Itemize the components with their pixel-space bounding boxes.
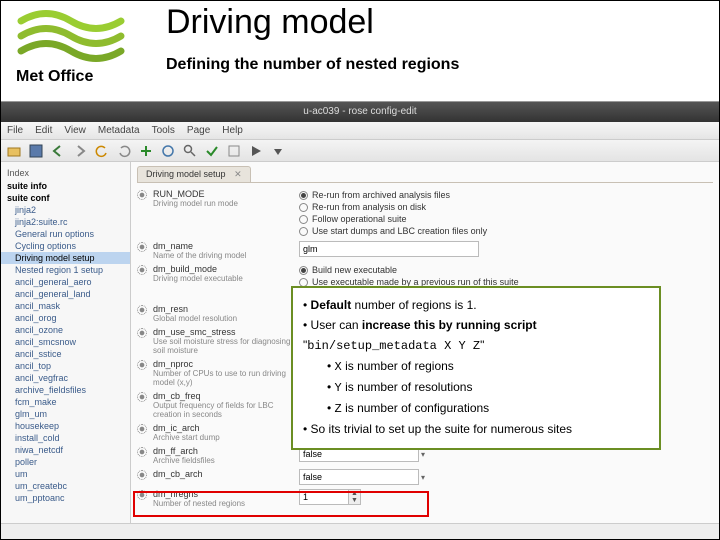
sidebar-header: Index: [1, 166, 130, 180]
sidebar-item-driving-model-setup[interactable]: Driving model setup: [1, 252, 130, 264]
run-icon[interactable]: [249, 144, 263, 158]
menu-tools[interactable]: Tools: [152, 125, 175, 136]
sidebar-item-poller[interactable]: poller: [1, 456, 130, 468]
sidebar-item-install-cold[interactable]: install_cold: [1, 432, 130, 444]
sidebar-item-nested-region-1-setup[interactable]: Nested region 1 setup: [1, 264, 130, 276]
page-title: Driving model: [166, 3, 374, 42]
open-icon[interactable]: [7, 144, 21, 158]
field-dm-smc-label: dm_use_smc_stress: [153, 327, 293, 337]
tab-driving-model-setup[interactable]: Driving model setup ✕: [137, 166, 251, 182]
page-subtitle: Defining the number of nested regions: [166, 56, 459, 74]
field-dm-resn-label: dm_resn: [153, 304, 293, 314]
sidebar-item-um-pptoanc[interactable]: um_pptoanc: [1, 492, 130, 504]
chevron-down-icon[interactable]: ▾: [421, 473, 425, 482]
dm-name-input[interactable]: [299, 241, 479, 257]
sidebar-item-ancil-ozone[interactable]: ancil_ozone: [1, 324, 130, 336]
gear-icon[interactable]: [137, 242, 147, 252]
gear-icon[interactable]: [137, 360, 147, 370]
menu-page[interactable]: Page: [187, 125, 210, 136]
field-dm-nproc-label: dm_nproc: [153, 359, 293, 369]
check-icon[interactable]: [205, 144, 219, 158]
sidebar-item-ancil-orog[interactable]: ancil_orog: [1, 312, 130, 324]
brand-name: Met Office: [16, 68, 136, 86]
gear-icon[interactable]: [137, 305, 147, 315]
gear-icon[interactable]: [137, 447, 147, 457]
menu-metadata[interactable]: Metadata: [98, 125, 140, 136]
sidebar-item-glm-um[interactable]: glm_um: [1, 408, 130, 420]
dm-cbarch-input[interactable]: [299, 469, 419, 485]
run-mode-option-3[interactable]: Use start dumps and LBC creation files o…: [299, 225, 713, 237]
chevron-down-icon[interactable]: ▾: [421, 450, 425, 459]
field-run-mode-label: RUN_MODE: [153, 189, 293, 199]
sidebar-item-ancil-mask[interactable]: ancil_mask: [1, 300, 130, 312]
forward-icon[interactable]: [73, 144, 87, 158]
sidebar: Index suite infosuite confjinja2jinja2:s…: [1, 162, 131, 539]
sidebar-item-ancil-top[interactable]: ancil_top: [1, 360, 130, 372]
menu-edit[interactable]: Edit: [35, 125, 52, 136]
sidebar-item-ancil-vegfrac[interactable]: ancil_vegfrac: [1, 372, 130, 384]
gear-icon[interactable]: [137, 392, 147, 402]
field-dm-build-label: dm_build_mode: [153, 264, 293, 274]
gear-icon[interactable]: [137, 490, 147, 500]
met-office-logo: Met Office: [16, 6, 136, 86]
sidebar-item-ancil-sstice[interactable]: ancil_sstice: [1, 348, 130, 360]
statusbar: [1, 523, 719, 539]
window-titlebar: u-ac039 - rose config-edit: [1, 102, 719, 122]
field-dm-nregns-label: dm_nregns: [153, 489, 293, 499]
transform-icon[interactable]: [227, 144, 241, 158]
save-icon[interactable]: [29, 144, 43, 158]
run-mode-option-1[interactable]: Re-run from analysis on disk: [299, 201, 713, 213]
sidebar-item-ancil-general-aero[interactable]: ancil_general_aero: [1, 276, 130, 288]
redo-icon[interactable]: [117, 144, 131, 158]
sidebar-item-fcm-make[interactable]: fcm_make: [1, 396, 130, 408]
undo-icon[interactable]: [95, 144, 109, 158]
menu-help[interactable]: Help: [222, 125, 243, 136]
sidebar-item-ancil-general-land[interactable]: ancil_general_land: [1, 288, 130, 300]
sidebar-item-jinja2-suite-rc[interactable]: jinja2:suite.rc: [1, 216, 130, 228]
gear-icon[interactable]: [137, 328, 147, 338]
sidebar-item-cycling-options[interactable]: Cycling options: [1, 240, 130, 252]
add-icon[interactable]: [139, 144, 153, 158]
field-dm-cbarch-label: dm_cb_arch: [153, 469, 293, 479]
field-dm-cbfreq-label: dm_cb_freq: [153, 391, 293, 401]
field-dm-name-label: dm_name: [153, 241, 293, 251]
gear-icon[interactable]: [137, 265, 147, 275]
menubar: File Edit View Metadata Tools Page Help: [1, 122, 719, 140]
run-mode-option-0[interactable]: Re-run from archived analysis files: [299, 189, 713, 201]
find-icon[interactable]: [183, 144, 197, 158]
gear-icon[interactable]: [137, 424, 147, 434]
sidebar-item-housekeep[interactable]: housekeep: [1, 420, 130, 432]
menu-view[interactable]: View: [64, 125, 86, 136]
menu-file[interactable]: File: [7, 125, 23, 136]
sidebar-item-archive-fieldsfiles[interactable]: archive_fieldsfiles: [1, 384, 130, 396]
close-icon[interactable]: ✕: [234, 169, 242, 179]
gear-icon[interactable]: [137, 190, 147, 200]
run-menu-icon[interactable]: [271, 144, 285, 158]
run-mode-option-2[interactable]: Follow operational suite: [299, 213, 713, 225]
sidebar-item-um-createbc[interactable]: um_createbc: [1, 480, 130, 492]
back-icon[interactable]: [51, 144, 65, 158]
field-dm-icarch-label: dm_ic_arch: [153, 423, 293, 433]
dm-nregns-spinbox[interactable]: ▲▼: [299, 489, 361, 505]
revert-icon[interactable]: [161, 144, 175, 158]
sidebar-item-general-run-options[interactable]: General run options: [1, 228, 130, 240]
gear-icon[interactable]: [137, 470, 147, 480]
field-dm-ffarch-label: dm_ff_arch: [153, 446, 293, 456]
sidebar-item-ancil-smcsnow[interactable]: ancil_smcsnow: [1, 336, 130, 348]
sidebar-item-jinja2[interactable]: jinja2: [1, 204, 130, 216]
sidebar-item-um[interactable]: um: [1, 468, 130, 480]
logo-swirl-icon: [16, 6, 126, 66]
info-callout: • Default number of regions is 1. • User…: [291, 286, 661, 450]
sidebar-item-niwa-netcdf[interactable]: niwa_netcdf: [1, 444, 130, 456]
tab-label: Driving model setup: [146, 169, 226, 179]
dm-build-option-0[interactable]: Build new executable: [299, 264, 713, 276]
toolbar: [1, 140, 719, 162]
sidebar-item-suite-info[interactable]: suite info: [1, 180, 130, 192]
sidebar-item-suite-conf[interactable]: suite conf: [1, 192, 130, 204]
